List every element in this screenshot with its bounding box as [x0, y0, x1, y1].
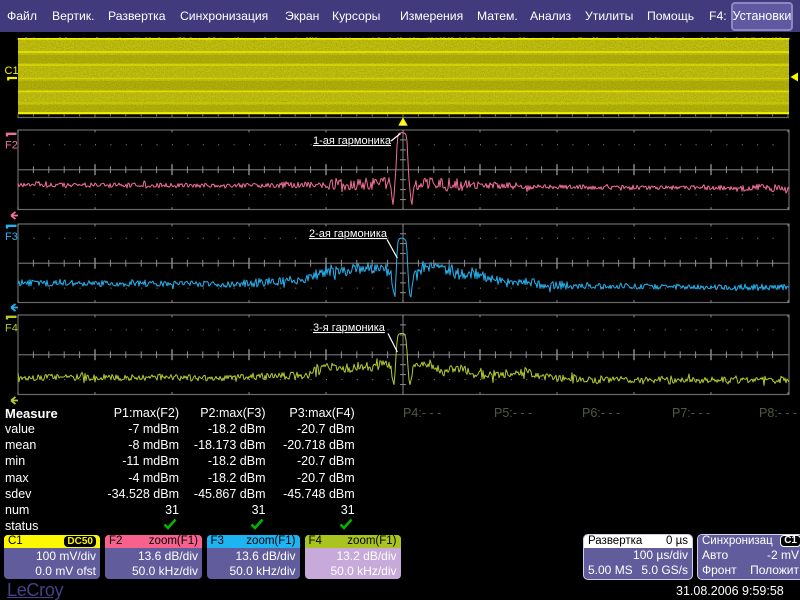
- svg-text:F3: F3: [5, 231, 18, 243]
- svg-text:3-я гармоника: 3-я гармоника: [313, 322, 386, 334]
- svg-text:F2: F2: [5, 140, 18, 152]
- svg-text:C1: C1: [5, 65, 19, 77]
- svg-text:1-ая гармоника: 1-ая гармоника: [313, 135, 392, 147]
- svg-text:F4: F4: [5, 323, 18, 335]
- svg-text:2-ая гармоника: 2-ая гармоника: [309, 228, 388, 240]
